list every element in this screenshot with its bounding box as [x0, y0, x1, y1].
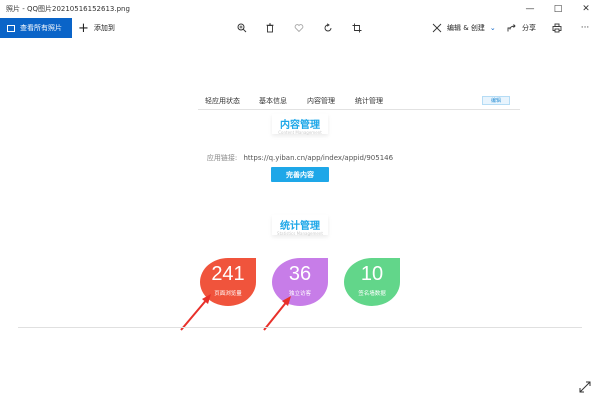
more-icon[interactable]: ···: [578, 21, 592, 35]
fullscreen-expand-icon[interactable]: [578, 380, 592, 394]
crop-icon[interactable]: [350, 21, 364, 35]
add-to-button[interactable]: + 添加到: [78, 18, 115, 38]
window-title: 照片 - QQ图片20210516152613.png: [6, 5, 130, 13]
content-section-subtitle: Content Management: [278, 130, 322, 135]
nav-divider: [198, 109, 520, 110]
content-section-title: 内容管理: [280, 120, 320, 131]
tab-basic-info[interactable]: 基本信息: [259, 96, 287, 106]
title-bar: 照片 - QQ图片20210516152613.png — □ ✕: [0, 0, 600, 18]
share-button[interactable]: 分享: [507, 18, 536, 38]
toolbar: 查看所有照片 + 添加到 编辑 & 创建 ⌄ 分享 ···: [0, 18, 600, 38]
tab-content-management[interactable]: 内容管理: [307, 96, 335, 106]
page-nav: 轻应用状态 基本信息 内容管理 统计管理: [0, 96, 600, 108]
plus-icon: +: [78, 20, 89, 36]
share-label: 分享: [522, 24, 536, 32]
app-link-row: 应用链接: https://q.yiban.cn/app/index/appid…: [0, 153, 600, 163]
stats-section-title: 统计管理: [280, 221, 320, 232]
stat-signature-wall: 10 签名墙数据: [344, 258, 400, 306]
tab-statistics-management[interactable]: 统计管理: [355, 96, 383, 106]
chevron-down-icon: ⌄: [489, 24, 496, 32]
share-icon: [507, 23, 517, 33]
delete-icon[interactable]: [263, 21, 277, 35]
close-button[interactable]: ✕: [572, 0, 600, 18]
view-all-photos-button[interactable]: 查看所有照片: [0, 18, 72, 38]
zoom-in-icon[interactable]: [235, 21, 249, 35]
app-link-url[interactable]: https://q.yiban.cn/app/index/appid/90514…: [244, 154, 394, 162]
photos-app-window: 照片 - QQ图片20210516152613.png — □ ✕ 查看所有照片…: [0, 0, 600, 400]
edit-create-label: 编辑 & 创建: [447, 24, 485, 32]
maximize-button[interactable]: □: [544, 0, 572, 18]
annotation-arrow-1: [180, 294, 211, 331]
app-link-label: 应用链接:: [206, 154, 238, 162]
edit-create-icon: [432, 23, 442, 33]
complete-content-button[interactable]: 完善内容: [271, 167, 329, 182]
window-controls: — □ ✕: [516, 0, 600, 18]
edit-button[interactable]: 编辑: [482, 96, 510, 105]
stat-signature-wall-label: 签名墙数据: [358, 291, 386, 297]
picture-icon: [7, 24, 15, 32]
add-to-label: 添加到: [93, 24, 115, 32]
minimize-button[interactable]: —: [516, 0, 544, 18]
tab-app-status[interactable]: 轻应用状态: [205, 96, 240, 106]
stat-page-views-value: 241: [211, 263, 245, 285]
print-icon[interactable]: [550, 21, 564, 35]
annotation-arrow-2: [263, 296, 291, 331]
rotate-icon[interactable]: [321, 21, 335, 35]
favorite-icon[interactable]: [292, 21, 306, 35]
stat-unique-visitors-value: 36: [288, 263, 312, 285]
stat-signature-wall-value: 10: [360, 263, 384, 285]
stats-section-subtitle: Statistics Management: [277, 231, 323, 236]
view-all-photos-label: 查看所有照片: [20, 24, 62, 32]
edit-create-button[interactable]: 编辑 & 创建 ⌄: [432, 18, 496, 38]
bottom-divider: [18, 327, 582, 328]
